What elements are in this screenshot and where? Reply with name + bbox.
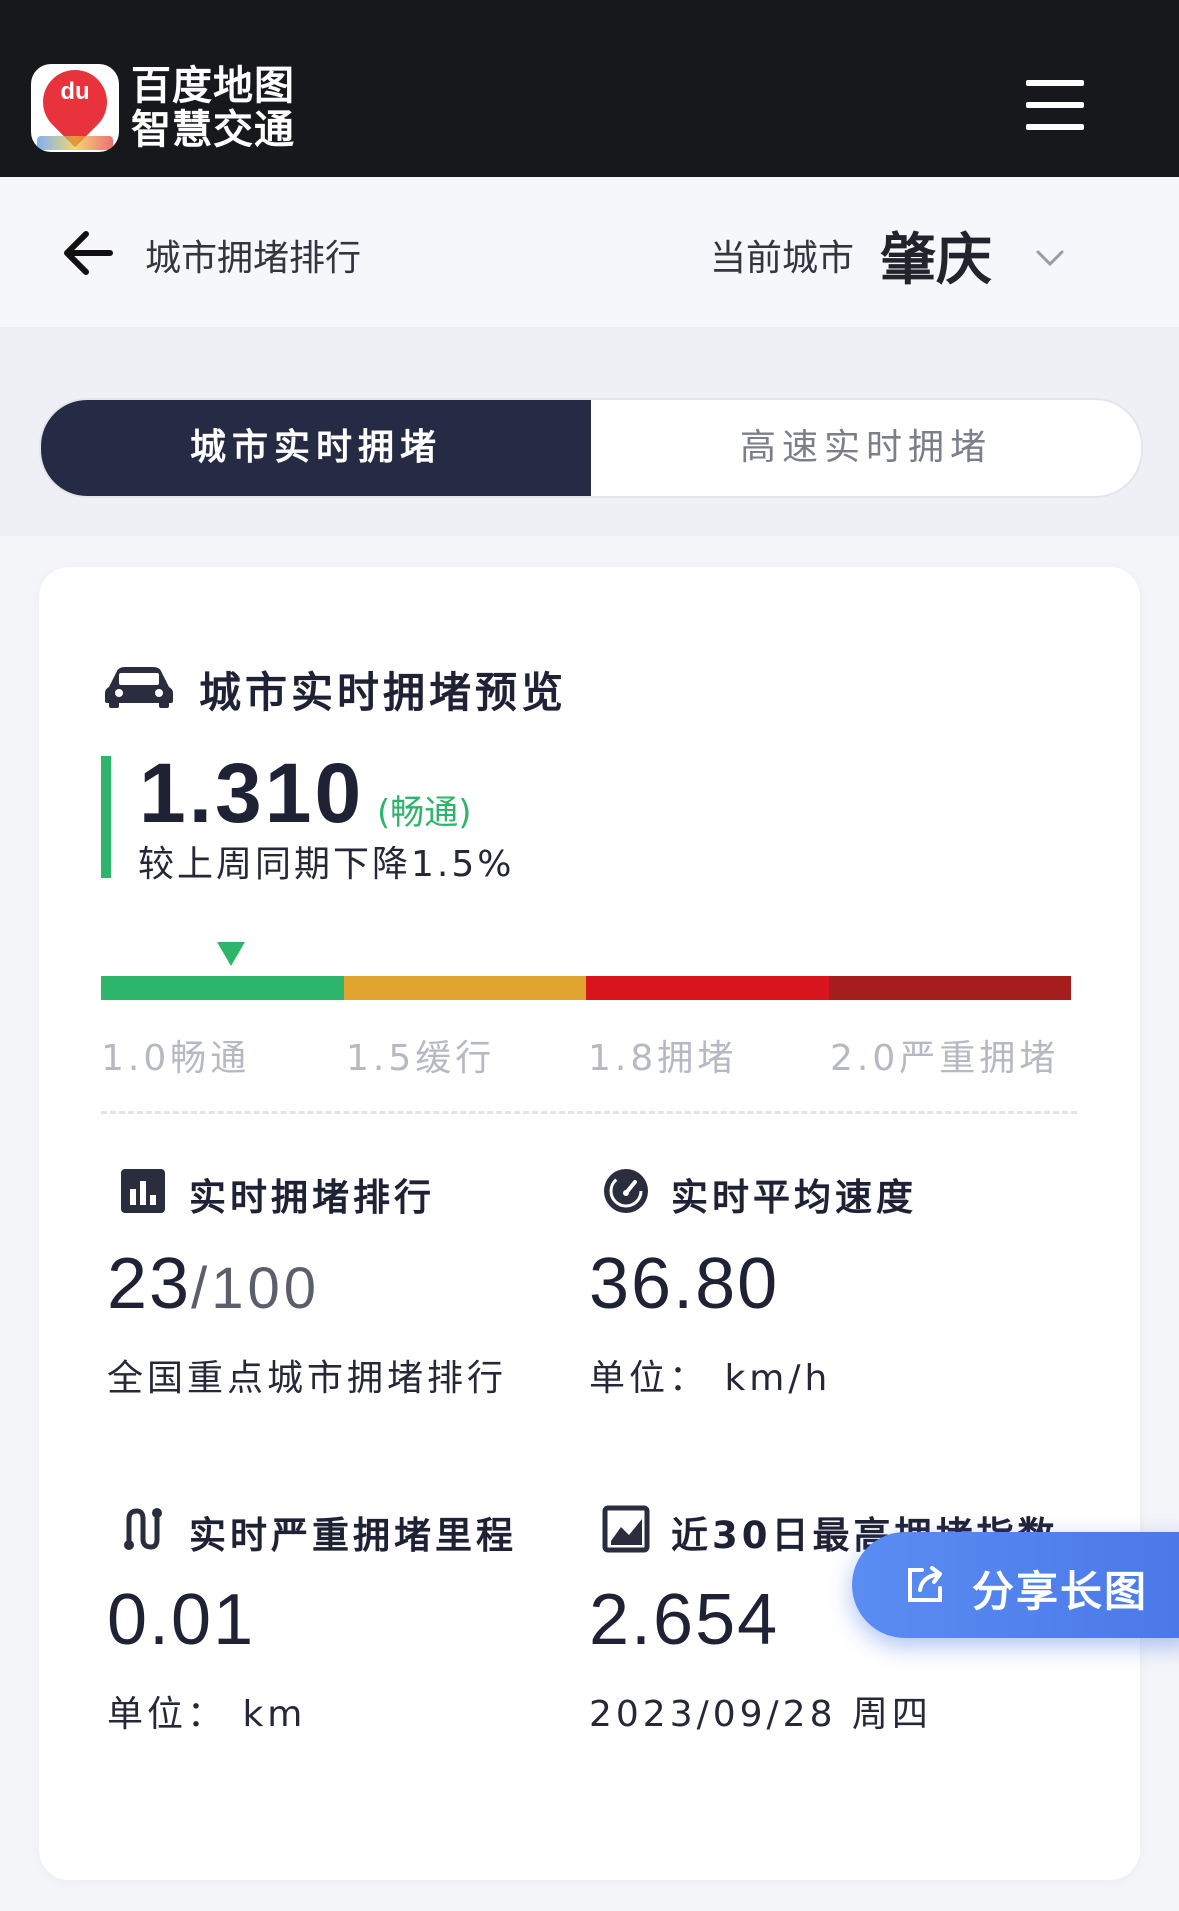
rank-number: 23 [107, 1244, 192, 1324]
tab-highway-realtime[interactable]: 高速实时拥堵 [591, 400, 1141, 496]
overview-card: 城市实时拥堵预览 1.310 (畅通) 较上周同期下降1.5% 1.0畅通 1.… [39, 567, 1140, 1880]
rank-value: 23/100 [107, 1243, 320, 1325]
page-title: 城市拥堵排行 [145, 238, 362, 279]
mileage-unit: 单位： km [107, 1694, 307, 1735]
speed-value: 36.80 [589, 1244, 780, 1324]
menu-icon[interactable] [1026, 80, 1084, 130]
rank-total: /100 [191, 1256, 320, 1321]
city-label: 当前城市 [710, 238, 855, 279]
speedometer-icon [602, 1167, 650, 1215]
status-indicator-bar [101, 756, 111, 878]
overview-title: 城市实时拥堵预览 [199, 668, 568, 717]
route-icon [119, 1505, 167, 1553]
scale-label-smooth: 1.0畅通 [101, 1038, 251, 1079]
speed-unit: 单位： km/h [589, 1358, 832, 1399]
scale-segment-slow [343, 976, 586, 1000]
rank-subtitle: 全国重点城市拥堵排行 [107, 1358, 508, 1399]
mileage-title: 实时严重拥堵里程 [189, 1514, 517, 1557]
logo-text-line2: 智慧交通 [131, 107, 295, 153]
congestion-index-value: 1.310 [139, 746, 365, 840]
peak-date: 2023/09/28 周四 [589, 1694, 932, 1735]
bar-chart-icon [119, 1167, 167, 1215]
tab-bar: 城市实时拥堵 高速实时拥堵 [39, 398, 1143, 498]
car-icon [103, 665, 175, 709]
week-change-text: 较上周同期下降1.5% [138, 844, 515, 885]
share-label: 分享长图 [972, 1567, 1149, 1616]
congestion-status: (畅通) [377, 793, 472, 833]
chevron-down-icon[interactable] [1035, 243, 1065, 273]
logo-badge-text: du [60, 78, 90, 105]
index-marker-icon [217, 942, 245, 966]
mileage-value: 0.01 [107, 1580, 256, 1660]
tabs-area: 城市实时拥堵 高速实时拥堵 [0, 328, 1179, 536]
arrow-left-icon[interactable] [58, 223, 118, 283]
divider [101, 1111, 1077, 1114]
scale-segment-severe [828, 976, 1071, 1000]
page-header: 城市拥堵排行 当前城市 肇庆 [0, 177, 1179, 328]
scale-segment-congested [586, 976, 829, 1000]
city-selector[interactable]: 肇庆 [880, 215, 992, 296]
logo-text-line1: 百度地图 [131, 63, 295, 109]
share-icon [904, 1564, 946, 1606]
line-chart-icon [602, 1505, 650, 1553]
scale-label-congested: 1.8拥堵 [588, 1038, 738, 1079]
baidu-map-logo: du [31, 64, 119, 152]
share-long-image-button[interactable]: 分享长图 [852, 1532, 1179, 1638]
congestion-scale-bar [101, 976, 1071, 1000]
speed-title: 实时平均速度 [671, 1176, 917, 1219]
top-app-bar: du 百度地图 智慧交通 [0, 0, 1179, 177]
scale-label-severe: 2.0严重拥堵 [830, 1038, 1060, 1079]
peak-value: 2.654 [589, 1580, 780, 1660]
logo-text: 百度地图 智慧交通 [131, 64, 331, 152]
scale-label-slow: 1.5缓行 [346, 1038, 496, 1079]
tab-city-realtime[interactable]: 城市实时拥堵 [41, 400, 591, 496]
scale-segment-smooth [101, 976, 344, 1000]
rank-title: 实时拥堵排行 [189, 1176, 435, 1219]
